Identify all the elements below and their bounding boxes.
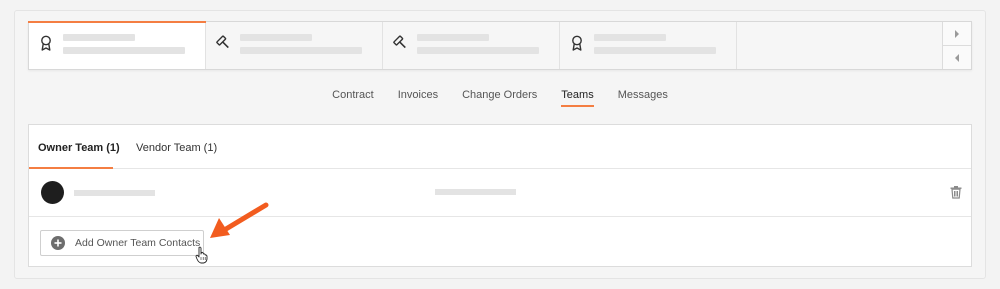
card-subtitle-placeholder — [240, 47, 362, 54]
item-card-2[interactable] — [206, 22, 383, 69]
contact-detail-placeholder — [435, 189, 516, 195]
card-subtitle-placeholder — [63, 47, 185, 54]
tab-owner-team[interactable]: Owner Team (1) — [38, 142, 120, 154]
team-contact-row — [29, 169, 971, 217]
add-button-label: Add Owner Team Contacts — [75, 237, 201, 249]
item-card-4[interactable] — [560, 22, 737, 69]
annotation-arrow-icon — [210, 202, 269, 238]
card-title-placeholder — [594, 34, 666, 41]
gavel-icon — [216, 35, 229, 49]
avatar — [41, 181, 64, 204]
item-card-1[interactable] — [28, 21, 206, 69]
add-owner-team-contacts-button[interactable]: Add Owner Team Contacts — [40, 230, 204, 256]
plus-circle-icon — [51, 236, 65, 250]
tab-change-orders[interactable]: Change Orders — [462, 89, 537, 107]
item-card-3[interactable] — [383, 22, 560, 69]
card-subtitle-placeholder — [417, 47, 539, 54]
tab-invoices[interactable]: Invoices — [398, 89, 438, 107]
gavel-icon — [393, 35, 406, 49]
card-title-placeholder — [240, 34, 312, 41]
card-strip-scroll — [942, 22, 971, 69]
scroll-next-button[interactable] — [943, 22, 971, 45]
card-subtitle-placeholder — [594, 47, 716, 54]
teams-panel: Owner Team (1) Vendor Team (1) Add Owner… — [28, 124, 972, 267]
card-strip-empty-area — [737, 22, 942, 69]
item-cards-strip — [28, 21, 972, 70]
award-icon — [41, 35, 51, 51]
tab-teams[interactable]: Teams — [561, 89, 595, 107]
scroll-prev-button[interactable] — [943, 45, 971, 69]
team-tabs: Owner Team (1) Vendor Team (1) — [29, 125, 971, 169]
main-tabs: Contract Invoices Change Orders Teams Me… — [0, 89, 1000, 107]
tab-messages[interactable]: Messages — [618, 89, 668, 107]
award-icon — [572, 35, 582, 51]
trash-icon[interactable] — [949, 185, 963, 199]
tab-contract[interactable]: Contract — [332, 89, 374, 107]
hand-pointer-icon — [195, 246, 208, 264]
chevron-left-icon — [955, 53, 959, 62]
tab-vendor-team[interactable]: Vendor Team (1) — [136, 142, 217, 154]
contact-name-placeholder — [74, 190, 155, 196]
card-title-placeholder — [417, 34, 489, 41]
chevron-right-icon — [955, 29, 959, 38]
card-title-placeholder — [63, 34, 135, 41]
